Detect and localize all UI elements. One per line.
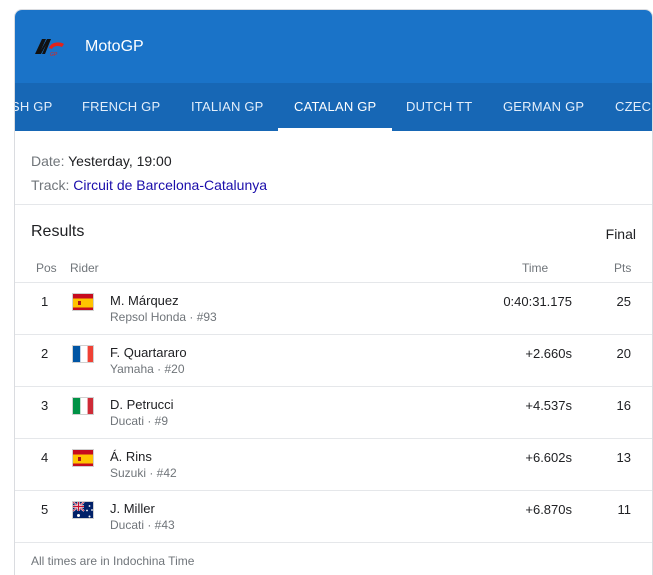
rider-team: Ducati · #43 <box>110 518 175 532</box>
rider-points: 11 <box>617 502 632 517</box>
date-label: Date: <box>31 153 65 169</box>
tab-czech-gp[interactable]: CZECH <box>615 83 652 131</box>
tab-french-gp[interactable]: FRENCH GP <box>82 83 160 131</box>
tab-british-gp[interactable]: SH GP <box>15 83 52 131</box>
results-title: Results <box>31 223 85 240</box>
results-header: Results Final <box>15 205 652 261</box>
date-row: Date: Yesterday, 19:00 <box>31 149 636 173</box>
row-position: 4 <box>41 450 49 465</box>
rider-name: M. Márquez <box>110 293 179 308</box>
timezone-note: All times are in Indochina Time <box>31 554 195 568</box>
row-position: 3 <box>41 398 49 413</box>
rider-time: +4.537s <box>525 398 572 413</box>
date-value: Yesterday, 19:00 <box>68 153 172 169</box>
rider-name: J. Miller <box>110 501 155 516</box>
rider-time: +6.870s <box>525 502 572 517</box>
italy-flag-icon <box>72 397 94 415</box>
rider-name: D. Petrucci <box>110 397 174 412</box>
event-info: Date: Yesterday, 19:00 Track: Circuit de… <box>15 131 652 205</box>
rider-points: 20 <box>616 346 631 361</box>
col-time: Time <box>522 261 549 275</box>
rider-team: Ducati · #9 <box>110 414 169 428</box>
france-flag-icon <box>72 345 94 363</box>
rider-team: Suzuki · #42 <box>110 466 177 480</box>
row-position: 2 <box>41 346 49 361</box>
table-row[interactable]: 3 D. Petrucci Ducati · #9 +4.537s 16 <box>15 387 652 439</box>
track-link[interactable]: Circuit de Barcelona-Catalunya <box>73 177 267 193</box>
rider-time: +6.602s <box>525 450 572 465</box>
rider-points: 13 <box>616 450 631 465</box>
race-tabs: SH GP FRENCH GP ITALIAN GP CATALAN GP DU… <box>15 83 652 131</box>
rider-name: Á. Rins <box>110 449 152 464</box>
rider-team: Yamaha · #20 <box>110 362 185 376</box>
col-rider: Rider <box>70 261 99 275</box>
tab-german-gp[interactable]: GERMAN GP <box>503 83 584 131</box>
rider-name: F. Quartararo <box>110 345 187 360</box>
table-row[interactable]: 4 Á. Rins Suzuki · #42 +6.602s 13 <box>15 439 652 491</box>
track-row: Track: Circuit de Barcelona-Catalunya <box>31 173 636 197</box>
rider-points: 25 <box>616 294 631 309</box>
col-pos: Pos <box>36 261 57 275</box>
card-header: GP MotoGP <box>15 10 652 83</box>
track-label: Track: <box>31 177 70 193</box>
row-position: 1 <box>41 294 49 309</box>
sports-card: GP MotoGP SH GP FRENCH GP ITALIAN GP CAT… <box>14 9 653 575</box>
results-status: Final <box>605 226 636 242</box>
motogp-logo-icon: GP <box>33 35 67 59</box>
australia-flag-icon <box>72 501 94 519</box>
table-row[interactable]: 2 F. Quartararo Yamaha · #20 +2.660s 20 <box>15 335 652 387</box>
app-title: MotoGP <box>85 37 144 55</box>
tab-dutch-tt[interactable]: DUTCH TT <box>406 83 472 131</box>
rider-time: +2.660s <box>525 346 572 361</box>
rider-time: 0:40:31.175 <box>503 294 572 309</box>
table-row[interactable]: 5 J. Miller Ducati · #43 +6.870s 11 <box>15 491 652 543</box>
table-row[interactable]: 1 M. Márquez Repsol Honda · #93 0:40:31.… <box>15 283 652 335</box>
results-column-headers: Pos Rider Time Pts <box>15 261 652 283</box>
spain-flag-icon <box>72 293 94 311</box>
tab-italian-gp[interactable]: ITALIAN GP <box>191 83 264 131</box>
row-position: 5 <box>41 502 49 517</box>
col-pts: Pts <box>614 261 632 275</box>
rider-team: Repsol Honda · #93 <box>110 310 217 324</box>
spain-flag-icon <box>72 449 94 467</box>
svg-text:GP: GP <box>50 52 58 58</box>
tab-catalan-gp[interactable]: CATALAN GP <box>277 83 393 131</box>
rider-points: 16 <box>616 398 631 413</box>
